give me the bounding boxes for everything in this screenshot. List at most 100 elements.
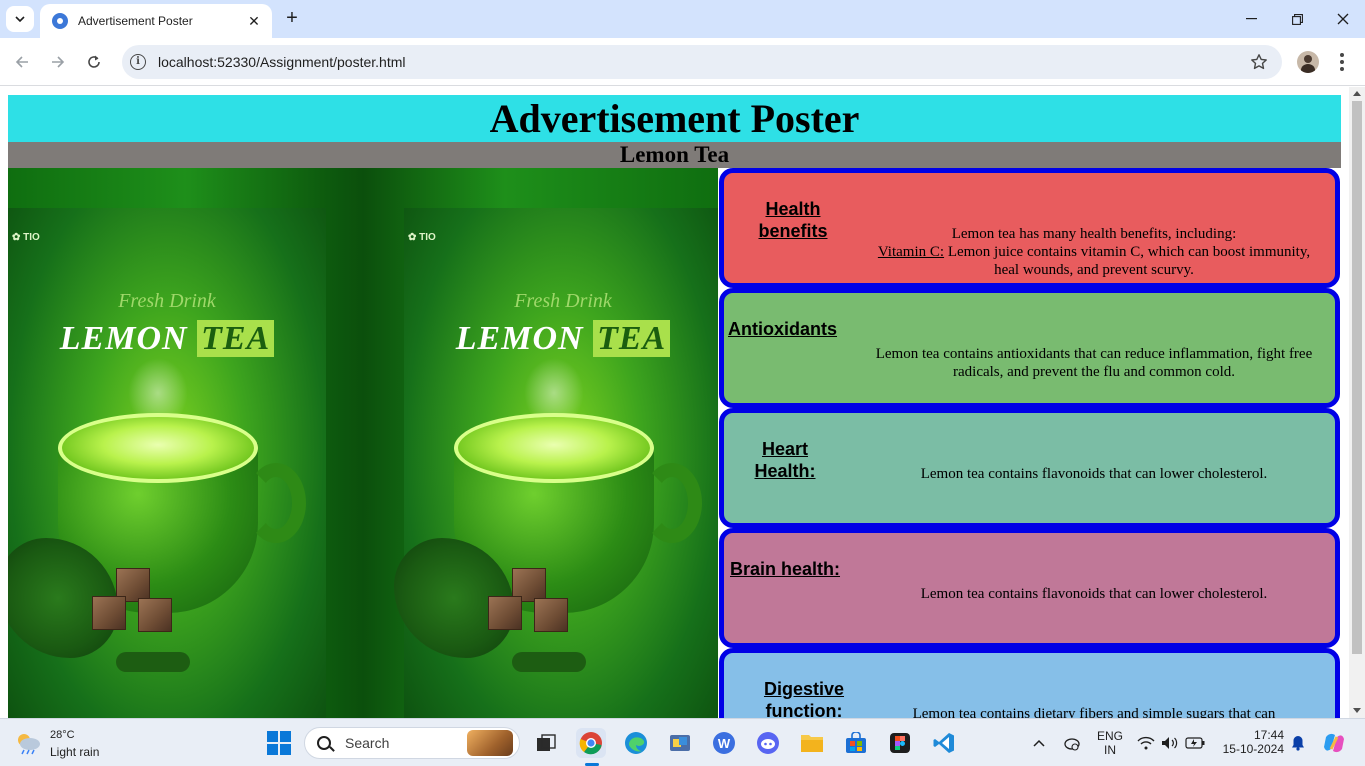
sugar-cube-graphic <box>488 596 522 630</box>
tea-surface-graphic <box>58 413 258 483</box>
card-heading: Heart Health: <box>754 439 816 481</box>
input-language-indicator[interactable]: ENG IN <box>1094 729 1126 757</box>
close-icon <box>1337 13 1349 25</box>
back-button[interactable] <box>10 50 34 74</box>
taskbar: 28°C Light rain Search W ENG IN 17:44 15… <box>0 718 1365 766</box>
card-body-rest: Lemon juice contains vitamin C, which ca… <box>944 244 1311 278</box>
tab-search-button[interactable] <box>6 6 34 32</box>
package-right: ✿ TIO Fresh Drink LEMON TEA <box>394 208 718 718</box>
cup-handle-graphic <box>246 463 306 543</box>
page-scrollbar[interactable] <box>1349 87 1365 718</box>
onedrive-status-icon[interactable] <box>1058 728 1086 758</box>
copilot-icon[interactable] <box>1318 728 1350 758</box>
search-icon <box>317 736 331 750</box>
vitamin-c-label: Vitamin C: <box>877 244 945 260</box>
card-heading: Antioxidants <box>728 319 838 339</box>
reload-button[interactable] <box>82 50 106 74</box>
forward-button[interactable] <box>46 50 70 74</box>
card-body: Lemon tea has many health benefits, incl… <box>874 225 1314 279</box>
notification-bell-icon[interactable] <box>1287 728 1309 758</box>
weather-temperature: 28°C <box>50 729 75 741</box>
vscode-icon[interactable] <box>929 728 959 758</box>
package-product-name: LEMON TEA <box>8 320 326 358</box>
rain-cloud-icon <box>18 734 40 755</box>
language-code: ENG <box>1096 729 1123 743</box>
card-heading: Brain health: <box>730 559 841 579</box>
windows-start-icon[interactable] <box>267 731 291 755</box>
package-left: ✿ TIO Fresh Drink LEMON TEA <box>8 208 326 718</box>
clock-time: 17:44 <box>1253 728 1284 742</box>
show-hidden-icons-chevron-up-icon[interactable] <box>1025 728 1053 758</box>
benefit-cards: Health benefits Lemon tea has many healt… <box>719 168 1341 718</box>
lemon-tea-product-image: ✿ TIO Fresh Drink LEMON TEA ✿ TIO Fresh … <box>8 168 718 718</box>
card-body-intro: Lemon tea has many health benefits, incl… <box>951 226 1237 242</box>
package-brand-text: Fresh Drink <box>118 290 216 312</box>
battery-icon[interactable] <box>1182 728 1208 758</box>
minimize-button[interactable] <box>1228 6 1274 32</box>
profile-avatar[interactable] <box>1297 51 1319 73</box>
card-body: Lemon tea contains flavonoids that can l… <box>920 586 1268 602</box>
restore-button[interactable] <box>1274 6 1320 32</box>
discord-icon[interactable] <box>753 728 783 758</box>
poster-title: Advertisement Poster <box>8 95 1341 142</box>
brand-logo-icon: ✿ TIO <box>408 232 436 243</box>
tab-strip: Advertisement Poster ✕ + <box>0 0 1365 38</box>
arrow-left-icon <box>15 56 28 68</box>
volume-icon[interactable] <box>1158 728 1182 758</box>
clock-date: 15-10-2024 <box>1222 742 1284 756</box>
scroll-down-arrow-icon[interactable] <box>1353 708 1361 713</box>
figma-icon[interactable] <box>885 728 915 758</box>
edge-icon[interactable] <box>621 728 651 758</box>
tab-title: Advertisement Poster <box>78 14 193 28</box>
sugar-cube-graphic <box>138 598 172 632</box>
svg-text:W: W <box>718 736 731 751</box>
card-digestive-function: Digestive function: Lemon tea contains d… <box>719 648 1340 718</box>
poster-subtitle: Lemon Tea <box>8 142 1341 168</box>
file-explorer-icon[interactable] <box>797 728 827 758</box>
clock[interactable]: 17:44 15-10-2024 <box>1214 728 1284 756</box>
scroll-up-arrow-icon[interactable] <box>1353 91 1361 96</box>
browser-tab[interactable]: Advertisement Poster ✕ <box>40 4 272 38</box>
card-heading: Health benefits <box>758 199 828 241</box>
card-heading: Digestive function: <box>763 679 845 718</box>
region-code: IN <box>1104 743 1116 757</box>
restore-icon <box>1291 13 1303 25</box>
sugar-cube-graphic <box>92 596 126 630</box>
card-body: Lemon tea contains dietary fibers and si… <box>912 706 1276 718</box>
cup-handle-graphic <box>642 463 702 543</box>
microsoft-store-icon[interactable] <box>841 728 871 758</box>
new-tab-button[interactable]: + <box>280 7 304 31</box>
site-info-icon[interactable]: i <box>130 54 146 70</box>
bookmark-star-icon[interactable] <box>1250 53 1268 76</box>
wps-writer-icon[interactable]: W <box>709 728 739 758</box>
chevron-down-icon <box>15 16 25 22</box>
package-brand-text: Fresh Drink <box>514 290 612 312</box>
card-antioxidants: Antioxidants Lemon tea contains antioxid… <box>719 288 1340 408</box>
close-tab-icon[interactable]: ✕ <box>246 13 262 29</box>
weather-description: Light rain <box>50 745 100 759</box>
url-text[interactable]: localhost:52330/Assignment/poster.html <box>158 54 1282 70</box>
brand-logo-icon: ✿ TIO <box>12 232 40 243</box>
task-view-icon[interactable] <box>531 728 561 758</box>
page-viewport: Advertisement Poster Lemon Tea ✿ TIO Fre… <box>0 87 1365 718</box>
weather-widget[interactable]: 28°C Light rain <box>14 727 124 761</box>
close-window-button[interactable] <box>1320 6 1365 32</box>
python-icon[interactable] <box>665 728 695 758</box>
minimize-icon <box>1245 18 1257 20</box>
taskbar-search[interactable]: Search <box>304 727 520 759</box>
wifi-icon[interactable] <box>1134 728 1158 758</box>
address-bar[interactable]: i localhost:52330/Assignment/poster.html <box>122 45 1282 79</box>
reload-icon <box>88 55 100 68</box>
card-heart-health: Heart Health: Lemon tea contains flavono… <box>719 408 1340 528</box>
tea-surface-graphic <box>454 413 654 483</box>
card-health-benefits: Health benefits Lemon tea has many healt… <box>719 168 1340 288</box>
package-order-badge <box>512 652 586 672</box>
globe-icon <box>52 13 68 29</box>
arrow-right-icon <box>52 56 65 68</box>
card-body: Lemon tea contains flavonoids that can l… <box>920 466 1268 482</box>
card-brain-health: Brain health: Lemon tea contains flavono… <box>719 528 1340 648</box>
chrome-icon[interactable] <box>576 728 606 758</box>
search-highlight-image <box>467 730 513 756</box>
browser-menu-icon[interactable] <box>1334 50 1350 74</box>
scroll-thumb[interactable] <box>1352 101 1362 654</box>
